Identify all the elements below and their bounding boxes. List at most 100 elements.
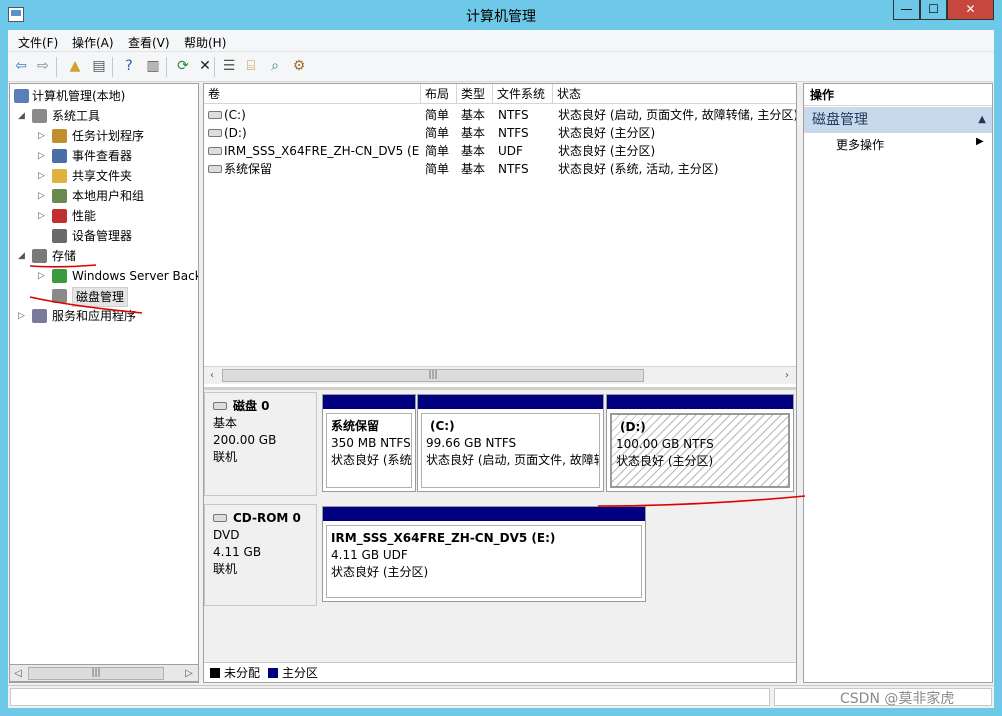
primary-partition-bar: [418, 395, 603, 409]
volume-row[interactable]: IRM_SSS_X64FRE_ZH-CN_DV5 (E:) 简单 基本 UDF 状态良好…: [204, 142, 796, 160]
primary-partition-bar: [607, 395, 793, 409]
volume-list-header: 卷 布局 类型 文件系统 状态: [204, 84, 796, 104]
show-hide-tree-icon[interactable]: ▤: [90, 57, 108, 75]
more-actions-item[interactable]: 更多操作: [836, 136, 884, 153]
volume-cell-name: (C:): [224, 108, 246, 122]
volume-row[interactable]: 系统保留 简单 基本 NTFS 状态良好 (系统, 活动, 主分区): [204, 160, 796, 178]
column-status[interactable]: 状态: [553, 84, 796, 104]
volume-cell-layout: 简单: [425, 162, 450, 176]
collapse-up-icon[interactable]: ▲: [978, 107, 986, 133]
disk-graphical-view: 磁盘 0 基本 200.00 GB 联机 系统保留 350 MB NTFS 状态良好 (系统…: [204, 387, 796, 662]
column-type[interactable]: 类型: [457, 84, 493, 104]
partition-block[interactable]: (C:) 99.66 GB NTFS 状态良好 (启动, 页面文件, 故障转: [417, 394, 604, 492]
tree-item[interactable]: ▷ Windows Server Back: [10, 266, 198, 286]
scroll-left-icon[interactable]: ‹: [204, 368, 220, 383]
search-disk-icon[interactable]: ⌕: [266, 57, 284, 75]
partition-block[interactable]: 系统保留 350 MB NTFS 状态良好 (系统: [322, 394, 416, 492]
tree-item-label: 计算机管理(本地): [32, 89, 126, 103]
volume-cell-type: 基本: [461, 108, 486, 122]
column-layout[interactable]: 布局: [421, 84, 457, 104]
performance-icon: [52, 209, 67, 223]
tree-item[interactable]: ▷ 服务和应用程序: [10, 306, 198, 326]
tree-item[interactable]: 磁盘管理: [10, 286, 198, 307]
menu-action[interactable]: 操作(A): [72, 34, 114, 51]
legend: 未分配 主分区: [204, 662, 796, 682]
volume-cell-type: 基本: [461, 126, 486, 140]
expanded-arrow-icon[interactable]: ◢: [18, 246, 28, 266]
column-filesystem[interactable]: 文件系统: [493, 84, 553, 104]
maximize-button[interactable]: ☐: [920, 0, 947, 20]
volume-row[interactable]: (C:) 简单 基本 NTFS 状态良好 (启动, 页面文件, 故障转储, 主分区): [204, 106, 796, 124]
expanded-arrow-icon[interactable]: ◢: [18, 106, 28, 126]
partition-name: (C:): [430, 419, 455, 433]
optical-drive-icon: [208, 147, 222, 155]
volume-list-horizontal-scrollbar[interactable]: ‹ ||| ›: [204, 366, 796, 384]
show-hide-action-pane-icon[interactable]: ▥: [144, 57, 162, 75]
minimize-button[interactable]: —: [893, 0, 920, 20]
volume-cell-layout: 简单: [425, 126, 450, 140]
menu-help[interactable]: 帮助(H): [184, 34, 226, 51]
volume-cell-fs: NTFS: [498, 108, 529, 122]
actions-section-disk-management[interactable]: 磁盘管理 ▲: [804, 107, 992, 133]
partition-body: (C:) 99.66 GB NTFS 状态良好 (启动, 页面文件, 故障转: [421, 413, 600, 488]
legend-primary-swatch: [268, 668, 278, 678]
partition-status: 状态良好 (启动, 页面文件, 故障转: [426, 453, 600, 467]
volume-cell-name: IRM_SSS_X64FRE_ZH-CN_DV5 (E:): [224, 144, 420, 158]
volume-cell-fs: UDF: [498, 144, 523, 158]
partition-status: 状态良好 (主分区): [616, 454, 714, 468]
tree-item[interactable]: 设备管理器: [10, 226, 198, 246]
tree-item[interactable]: ◢ 存储: [10, 246, 198, 266]
open-folder-icon[interactable]: ⌸: [242, 57, 260, 75]
tree-item[interactable]: ▷ 本地用户和组: [10, 186, 198, 206]
disk-label[interactable]: CD-ROM 0 DVD 4.11 GB 联机: [204, 504, 317, 606]
help-icon[interactable]: ?: [120, 57, 138, 75]
toolbar-separator: [166, 57, 167, 77]
tree-item[interactable]: ▷ 共享文件夹: [10, 166, 198, 186]
partition-block[interactable]: (D:) 100.00 GB NTFS 状态良好 (主分区): [606, 394, 794, 492]
volume-row[interactable]: (D:) 简单 基本 NTFS 状态良好 (主分区): [204, 124, 796, 142]
shared-folder-icon: [52, 169, 67, 183]
up-folder-icon[interactable]: ▲: [66, 57, 84, 75]
tree-item-label: 系统工具: [52, 109, 101, 123]
collapsed-arrow-icon[interactable]: ▷: [38, 166, 48, 186]
collapsed-arrow-icon[interactable]: ▷: [38, 146, 48, 166]
partition-block[interactable]: IRM_SSS_X64FRE_ZH-CN_DV5 (E:) 4.11 GB UDF…: [322, 506, 646, 602]
event-viewer-icon: [52, 149, 67, 163]
wizard-icon[interactable]: ⚙: [290, 57, 308, 75]
tree-item[interactable]: ▷ 性能: [10, 206, 198, 226]
actions-section-label: 磁盘管理: [812, 112, 868, 128]
scroll-right-icon[interactable]: ›: [779, 368, 795, 383]
properties-icon[interactable]: ☰: [220, 57, 238, 75]
collapsed-arrow-icon[interactable]: ▷: [18, 306, 28, 326]
toolbar-separator: [214, 57, 215, 77]
refresh-icon[interactable]: ⟳: [174, 57, 192, 75]
collapsed-arrow-icon[interactable]: ▷: [38, 186, 48, 206]
close-button[interactable]: ✕: [947, 0, 994, 20]
delete-icon[interactable]: ✕: [196, 57, 214, 75]
tree-item[interactable]: ▷ 事件查看器: [10, 146, 198, 166]
watermark: CSDN @莫非家虎: [840, 691, 955, 707]
disk-label[interactable]: 磁盘 0 基本 200.00 GB 联机: [204, 392, 317, 496]
collapsed-arrow-icon[interactable]: ▷: [38, 266, 48, 286]
tree-item[interactable]: ◢ 系统工具: [10, 106, 198, 126]
menu-file[interactable]: 文件(F): [18, 34, 58, 51]
scroll-left-icon[interactable]: ◁: [10, 666, 26, 681]
disk-kind: DVD: [213, 528, 240, 542]
collapsed-arrow-icon[interactable]: ▷: [38, 206, 48, 226]
partition-size: 350 MB NTFS: [331, 436, 411, 450]
scroll-thumb[interactable]: |||: [28, 667, 164, 680]
scroll-right-icon[interactable]: ▷: [181, 666, 197, 681]
column-volume[interactable]: 卷: [204, 84, 421, 104]
status-cell-main: [10, 688, 770, 706]
tree-item[interactable]: 计算机管理(本地): [10, 86, 198, 106]
disk-state: 联机: [213, 562, 238, 576]
scroll-thumb[interactable]: |||: [222, 369, 644, 382]
tree-item[interactable]: ▷ 任务计划程序: [10, 126, 198, 146]
collapsed-arrow-icon[interactable]: ▷: [38, 126, 48, 146]
back-arrow-icon[interactable]: ⇦: [12, 57, 30, 75]
menu-view[interactable]: 查看(V): [128, 34, 170, 51]
disk-title: 磁盘 0: [233, 399, 270, 413]
forward-arrow-icon[interactable]: ⇨: [34, 57, 52, 75]
volume-cell-name: (D:): [224, 126, 247, 140]
tree-horizontal-scrollbar[interactable]: ◁ ||| ▷: [9, 664, 199, 682]
